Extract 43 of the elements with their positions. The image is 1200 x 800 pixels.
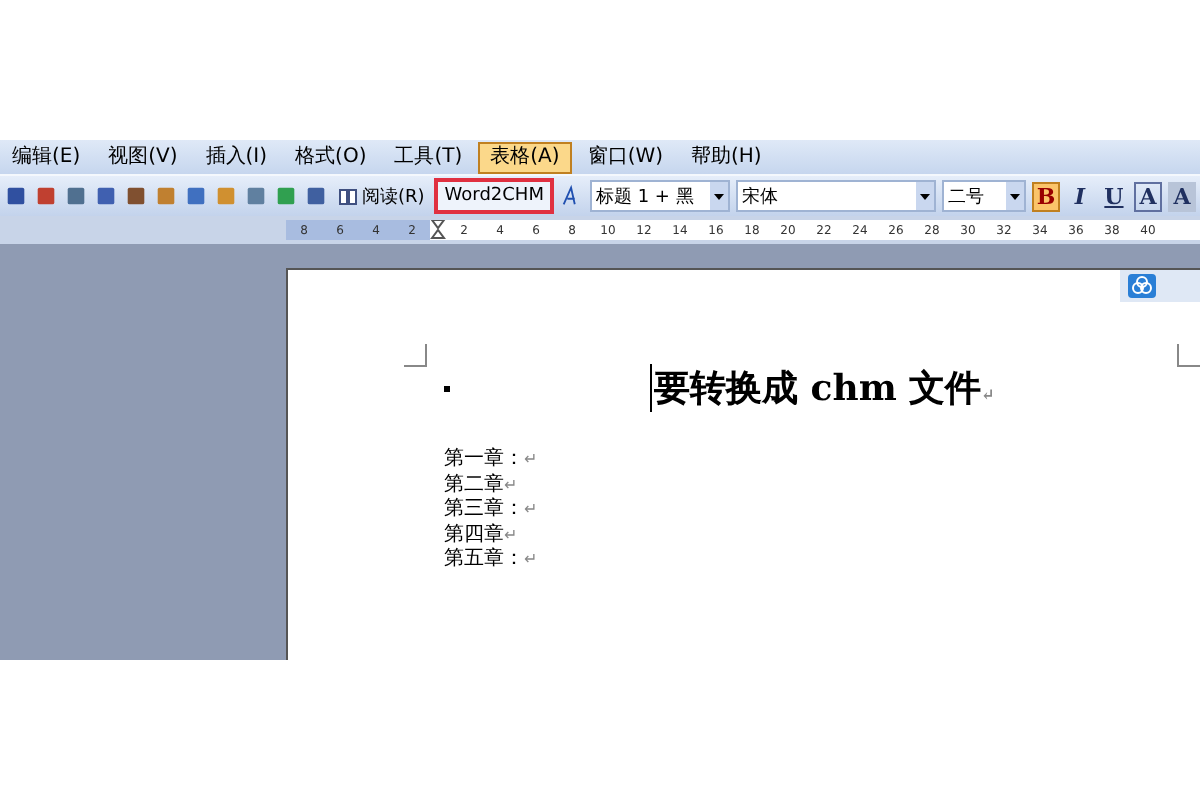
margin-corner (1176, 344, 1200, 368)
menu-item[interactable]: 窗口(W) (575, 141, 676, 173)
document-line: 第四章↵ (444, 523, 520, 547)
shade-button[interactable]: A (1167, 181, 1196, 211)
menu-item[interactable]: 格式(O) (283, 141, 379, 173)
menu-item[interactable]: 插入(I) (193, 141, 280, 173)
underline-button[interactable]: U (1099, 181, 1128, 211)
toolbar-icon[interactable] (154, 184, 178, 208)
menu-item[interactable]: 视图(V) (96, 141, 190, 173)
margin-corner (404, 344, 428, 368)
menu-item[interactable]: 编辑(E) (0, 141, 93, 173)
document-line: 第三章：↵ (444, 498, 540, 523)
toolbar-icon[interactable] (64, 184, 88, 208)
toolbar-icon[interactable] (94, 184, 118, 208)
bold-button[interactable]: B (1031, 181, 1060, 211)
toolbar-icon[interactable] (184, 184, 208, 208)
book-icon (338, 187, 358, 205)
size-dropdown[interactable]: 二号 (941, 180, 1026, 212)
cloud-icon (1128, 274, 1156, 298)
caret-icon[interactable] (1005, 182, 1024, 210)
toolbar-icon[interactable] (4, 184, 28, 208)
bullet (444, 385, 450, 391)
italic-button[interactable]: I (1065, 181, 1094, 211)
document-line: 第二章↵ (444, 473, 520, 497)
font-dropdown[interactable]: 宋体 (735, 180, 936, 212)
caret-icon[interactable] (709, 182, 728, 210)
document-line: 第一章：↵ (444, 448, 540, 473)
menu-item[interactable]: 帮助(H) (679, 141, 774, 173)
style-dropdown[interactable]: 标题 1 + 黑 (589, 180, 730, 212)
plugin-button[interactable]: Word2CHM (434, 178, 554, 214)
toolbar-icon[interactable] (304, 184, 328, 208)
border-button[interactable]: A (1133, 181, 1162, 211)
document-line: 第五章：↵ (444, 548, 540, 573)
cloud-button[interactable] (1120, 270, 1200, 302)
menu-item[interactable]: 工具(T) (382, 141, 475, 173)
menu-item[interactable]: 表格(A) (478, 141, 572, 173)
toolbar-icon[interactable] (244, 184, 268, 208)
toolbar-icon[interactable] (124, 184, 148, 208)
read-button[interactable]: 阅读(R) (334, 180, 429, 212)
caret-icon[interactable] (915, 182, 934, 210)
toolbar-icon[interactable] (274, 184, 298, 208)
toolbar-icon[interactable] (34, 184, 58, 208)
document-title: 要转换成 chm 文件↵ (650, 364, 995, 412)
